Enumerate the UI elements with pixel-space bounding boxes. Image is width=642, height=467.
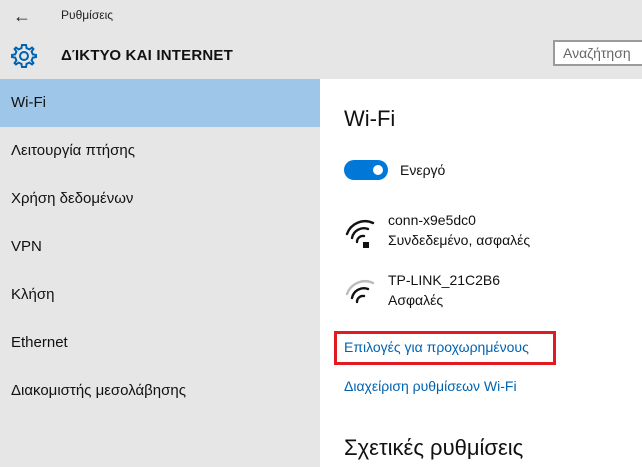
sidebar-item-label: Ethernet: [11, 334, 68, 351]
sidebar-item-data-usage[interactable]: Χρήση δεδομένων: [0, 175, 320, 223]
section-heading: Wi-Fi: [344, 106, 396, 131]
related-settings-heading: Σχετικές ρυθμίσεις: [344, 435, 524, 460]
toggle-state-label: Ενεργό: [400, 162, 446, 178]
network-ssid: TP-LINK_21C2B6: [388, 272, 501, 288]
sidebar-item-label: Wi-Fi: [11, 94, 46, 111]
network-item[interactable]: TP-LINK_21C2B6 Ασφαλές: [344, 272, 624, 318]
network-ssid: conn-x9e5dc0: [388, 212, 476, 228]
sidebar-item-label: Κλήση: [11, 286, 55, 303]
network-status: Συνδεδεμένο, ασφαλές: [388, 232, 531, 248]
page-header: ΔΊΚΤΥΟ ΚΑΙ INTERNET Αναζήτηση: [0, 32, 642, 79]
sidebar-item-dial-up[interactable]: Κλήση: [0, 271, 320, 319]
sidebar-item-proxy[interactable]: Διακομιστής μεσολάβησης: [0, 367, 320, 415]
manage-wifi-settings-link[interactable]: Διαχείριση ρυθμίσεων Wi-Fi: [344, 378, 517, 394]
sidebar-item-ethernet[interactable]: Ethernet: [0, 319, 320, 367]
sidebar-item-label: VPN: [11, 238, 42, 255]
sidebar-item-label: Διακομιστής μεσολάβησης: [11, 382, 186, 399]
toggle-knob: [373, 165, 383, 175]
page-title: ΔΊΚΤΥΟ ΚΑΙ INTERNET: [61, 47, 233, 64]
wifi-signal-icon: [345, 220, 375, 248]
sidebar-item-airplane-mode[interactable]: Λειτουργία πτήσης: [0, 127, 320, 175]
app-title: Ρυθμίσεις: [61, 8, 114, 22]
gear-icon: [11, 44, 37, 68]
wifi-signal-icon: [345, 280, 375, 304]
title-bar: ← Ρυθμίσεις: [0, 0, 642, 32]
highlight-annotation: [334, 331, 556, 365]
sidebar: Wi-Fi Λειτουργία πτήσης Χρήση δεδομένων …: [0, 79, 320, 467]
wifi-toggle[interactable]: [344, 160, 388, 180]
network-item[interactable]: conn-x9e5dc0 Συνδεδεμένο, ασφαλές: [344, 212, 624, 258]
sidebar-item-label: Λειτουργία πτήσης: [11, 142, 135, 159]
sidebar-item-vpn[interactable]: VPN: [0, 223, 320, 271]
main-content: Wi-Fi Ενεργό conn-x9e5dc0 Συνδεδεμένο, α…: [320, 79, 642, 467]
sidebar-item-wifi[interactable]: Wi-Fi: [0, 79, 320, 127]
sidebar-item-label: Χρήση δεδομένων: [11, 190, 134, 207]
network-status: Ασφαλές: [388, 292, 444, 308]
back-arrow-icon[interactable]: ←: [8, 3, 36, 29]
search-input[interactable]: Αναζήτηση: [553, 40, 642, 66]
